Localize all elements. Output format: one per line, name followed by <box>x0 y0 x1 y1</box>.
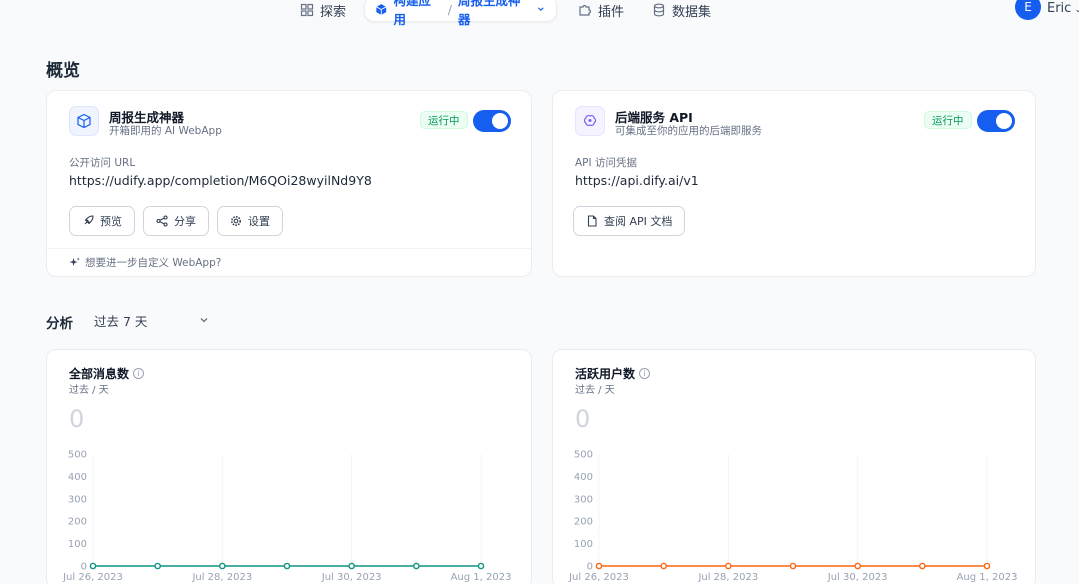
preview-button-label: 预览 <box>100 215 122 228</box>
x-tick-label: Jul 30, 2023 <box>321 572 382 583</box>
public-url-label: 公开访问 URL <box>69 157 136 169</box>
data-point <box>219 562 226 570</box>
database-icon <box>653 3 665 17</box>
app-icon <box>69 106 99 136</box>
users-chart-card: 活跃用户数 i 过去 / 天 0 0 100 200 300 400 500 Jul 26,… <box>552 349 1036 584</box>
analysis-title: 分析 <box>46 316 73 332</box>
nav-app-name[interactable]: 周报生成神器 <box>458 0 530 28</box>
y-tick-label: 200 <box>68 517 87 528</box>
y-tick-label: 300 <box>574 494 593 505</box>
data-point <box>413 562 420 570</box>
nav-plugins-label: 插件 <box>598 4 625 20</box>
nav-separator: / <box>447 1 452 17</box>
data-point <box>919 562 926 570</box>
y-tick-label: 0 <box>81 562 87 573</box>
cube-icon <box>77 113 91 129</box>
share-icon <box>156 215 168 227</box>
data-point <box>789 562 797 570</box>
nav-datasets[interactable]: 数据集 <box>652 0 711 20</box>
nav-build-app[interactable]: 构建应用 / 周报生成神器 <box>364 0 557 27</box>
y-tick-label: 100 <box>574 539 593 550</box>
cube-icon <box>376 3 387 15</box>
nav-build-label: 构建应用 <box>393 0 432 27</box>
api-service-icon <box>583 115 597 126</box>
y-tick-label: 300 <box>68 494 87 505</box>
users-chart: 0 100 200 300 400 500 Jul 26, 2023 Jul 28, 2023… <box>568 450 1018 584</box>
share-button[interactable]: 分享 <box>143 206 209 236</box>
chevron-down-icon[interactable] <box>536 4 546 14</box>
x-tick-label: Jul 26, 2023 <box>62 572 123 583</box>
x-tick-label: Jul 30, 2023 <box>827 572 888 583</box>
x-tick-label: Jul 28, 2023 <box>697 572 758 583</box>
puzzle-icon <box>579 4 592 16</box>
user-name[interactable]: Eric ⌄ <box>1047 1 1079 16</box>
nav-datasets-label: 数据集 <box>672 4 712 20</box>
customize-webapp-label: 想要进一步自定义 WebApp? <box>85 257 222 269</box>
period-select-value: 过去 7 天 <box>94 313 148 329</box>
api-endpoint[interactable]: https://api.dify.ai/v1 <box>575 173 699 188</box>
period-select[interactable]: 过去 7 天 <box>86 307 216 333</box>
gear-icon <box>231 216 241 226</box>
y-tick-label: 200 <box>574 517 593 528</box>
grid-icon <box>300 3 314 17</box>
y-tick-label: 100 <box>68 539 87 550</box>
nav-explore[interactable]: 探索 <box>300 0 346 20</box>
chevron-down-icon <box>200 318 208 323</box>
avatar[interactable]: E <box>1015 0 1041 20</box>
y-tick-label: 0 <box>587 562 593 573</box>
user-name-label: Eric <box>1047 1 1072 16</box>
sparkle-icon <box>69 257 80 267</box>
x-tick-label: Jul 26, 2023 <box>568 572 629 583</box>
api-card: 后端服务 API 可集成至你的应用的后端即服务 运行中 API 访问凭据 htt… <box>552 90 1036 277</box>
y-tick-label: 500 <box>574 450 593 461</box>
api-toggle[interactable] <box>977 110 1015 132</box>
preview-button[interactable]: 预览 <box>69 206 135 236</box>
api-endpoint-label: API 访问凭据 <box>575 157 637 169</box>
x-tick-label: Aug 1, 2023 <box>957 572 1018 583</box>
page-title: 概览 <box>46 61 80 81</box>
status-badge: 运行中 <box>924 111 972 129</box>
rocket-icon <box>84 215 94 225</box>
webapp-card: 周报生成神器 开箱即用的 AI WebApp 运行中 公开访问 URL http… <box>46 90 532 277</box>
messages-chart: 0 100 200 300 400 500 Jul 26, 2023 Jul 28, 2023… <box>62 450 512 584</box>
api-icon <box>575 106 605 136</box>
customize-webapp-link[interactable]: 想要进一步自定义 WebApp? <box>47 248 531 276</box>
data-point <box>348 562 355 570</box>
data-point <box>983 562 991 570</box>
data-point <box>154 562 161 570</box>
data-point <box>283 562 291 570</box>
x-tick-label: Aug 1, 2023 <box>451 572 512 583</box>
document-icon <box>587 215 597 227</box>
nav-explore-label: 探索 <box>320 4 347 20</box>
y-tick-label: 500 <box>68 450 87 461</box>
messages-chart-card: 全部消息数 i 过去 / 天 0 0 100 200 300 400 500 Jul 26,… <box>46 349 532 584</box>
api-docs-button[interactable]: 查阅 API 文档 <box>573 206 686 236</box>
data-point <box>660 562 667 570</box>
api-subtitle: 可集成至你的应用的后端即服务 <box>615 125 762 137</box>
data-point <box>854 562 861 570</box>
data-point <box>477 562 485 570</box>
webapp-subtitle: 开箱即用的 AI WebApp <box>109 125 222 137</box>
api-docs-button-label: 查阅 API 文档 <box>604 215 673 228</box>
chevron-down-icon: ⌄ <box>1074 5 1079 15</box>
nav-plugins[interactable]: 插件 <box>578 0 624 20</box>
webapp-toggle[interactable] <box>473 110 511 132</box>
public-url[interactable]: https://udify.app/completion/M6QOi28wyil… <box>69 173 372 188</box>
status-badge: 运行中 <box>420 111 468 129</box>
settings-button-label: 设置 <box>248 215 270 228</box>
data-point <box>89 562 97 570</box>
x-tick-label: Jul 28, 2023 <box>191 572 252 583</box>
settings-button[interactable]: 设置 <box>217 206 283 236</box>
top-navigation: 探索 构建应用 / 周报生成神器 插件 数据集 E Eric ⌄ <box>0 0 1079 27</box>
y-tick-label: 400 <box>68 472 87 483</box>
share-button-label: 分享 <box>174 215 196 228</box>
data-point <box>725 562 732 570</box>
data-point <box>595 562 603 570</box>
y-tick-label: 400 <box>574 472 593 483</box>
